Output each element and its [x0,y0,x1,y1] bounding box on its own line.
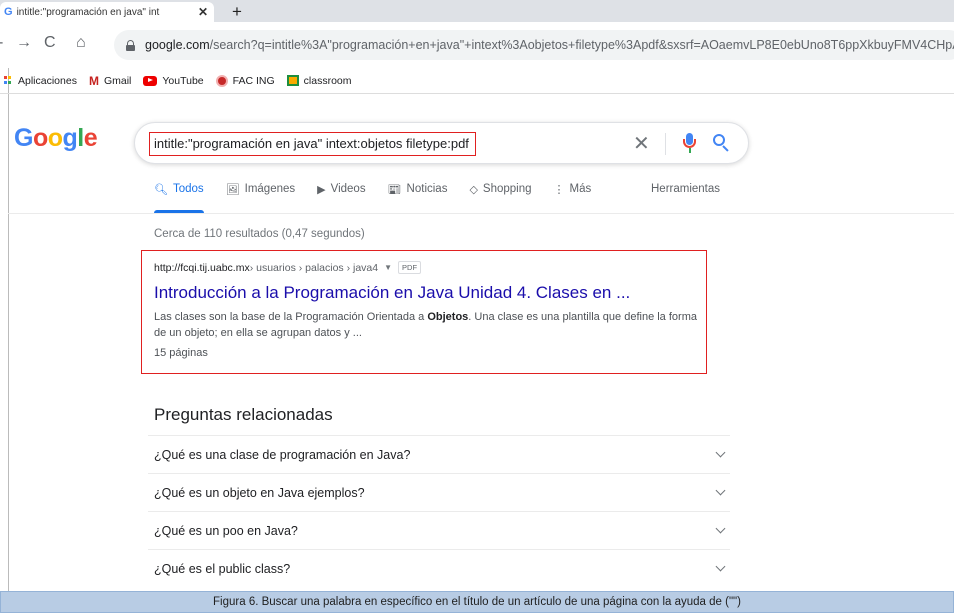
browser-tab[interactable]: G intitle:"programación en java" int ✕ [0,2,214,22]
tab-todos[interactable]: 🔍︎ Todos [154,183,204,213]
bookmark-fac-ing[interactable]: FAC ING [215,74,275,87]
tab-shopping[interactable]: ◇ Shopping [469,183,531,213]
question-text: ¿Qué es un poo en Java? [154,523,298,538]
result-title-link[interactable]: Introducción a la Programación en Java U… [154,283,630,303]
tab-label: Noticias [406,183,448,195]
search-divider [665,133,666,155]
news-icon: 📰︎ [387,184,402,196]
bookmark-label: Aplicaciones [18,74,77,87]
chevron-down-icon [715,561,726,572]
related-question[interactable]: ¿Qué es el public class? [148,549,730,587]
result-pages: 15 páginas [154,347,208,359]
address-row: - → C ⌂ google.com/search?q=intitle%3A"p… [0,22,954,68]
bookmark-label: classroom [303,74,352,87]
google-favicon-icon: G [4,6,13,18]
tab-label: Todos [172,183,204,195]
result-stats: Cerca de 110 resultados (0,47 segundos) [154,228,365,240]
tag-icon: ◇ [469,184,478,196]
tab-strip: G intitle:"programación en java" int ✕ + [0,0,954,22]
bookmark-label: FAC ING [232,74,275,87]
url-host: google.com [145,38,210,52]
bookmark-gmail[interactable]: M Gmail [89,74,131,88]
bookmark-youtube[interactable]: YouTube [143,74,204,87]
fac-ing-icon [215,74,228,87]
new-tab-button[interactable]: + [226,3,248,21]
address-bar[interactable]: google.com/search?q=intitle%3A"programac… [114,30,954,60]
question-text: ¿Qué es un objeto en Java ejemplos? [154,485,365,500]
tab-mas[interactable]: ⋮ Más [554,183,592,213]
tab-label: Imágenes [244,183,296,195]
chevron-down-icon [715,447,726,458]
back-icon[interactable]: - [0,34,3,52]
more-vert-icon: ⋮ [553,184,565,196]
search-icon[interactable] [713,134,731,152]
bookmark-apps[interactable]: Aplicaciones [4,75,77,87]
tab-label: Shopping [482,183,532,195]
related-question[interactable]: ¿Qué es una clase de programación en Jav… [148,435,730,473]
image-icon: 🖼︎ [225,184,240,196]
result-host: http://fcqi.tij.uabc.mx [154,261,250,274]
screenshot-frame: G intitle:"programación en java" int ✕ +… [0,0,954,613]
bookmark-classroom[interactable]: classroom [286,74,352,87]
chevron-down-icon [715,523,726,534]
header-divider [8,213,954,214]
search-box[interactable]: intitle:"programación en java" intext:ob… [134,122,749,164]
reload-icon[interactable]: C [44,34,56,52]
close-tab-icon[interactable]: ✕ [198,5,208,19]
tab-label: Videos [330,183,366,195]
result-cite[interactable]: http://fcqi.tij.uabc.mx › usuarios › pal… [154,261,422,274]
apps-grid-icon [4,75,12,86]
related-questions-title: Preguntas relacionadas [154,405,333,424]
tab-title: intitle:"programación en java" int [16,6,160,18]
tab-videos[interactable]: ▶ Videos [317,183,365,213]
bookmark-label: Gmail [103,74,132,87]
clear-search-icon[interactable]: ✕ [633,131,650,156]
related-questions: ¿Qué es una clase de programación en Jav… [148,435,730,587]
video-icon: ▶ [317,184,326,196]
related-question[interactable]: ¿Qué es un objeto en Java ejemplos? [148,473,730,511]
result-snippet: Las clases son la base de la Programació… [154,309,699,341]
gmail-icon: M [88,73,99,88]
youtube-icon [143,75,158,86]
lock-icon [126,39,135,51]
question-text: ¿Qué es el public class? [154,561,291,576]
related-question[interactable]: ¿Qué es un poo en Java? [148,511,730,549]
microphone-icon[interactable] [683,133,697,155]
result-path: › usuarios › palacios › java4 [249,261,379,274]
search-query[interactable]: intitle:"programación en java" intext:ob… [149,132,476,156]
search-result: http://fcqi.tij.uabc.mx › usuarios › pal… [141,250,707,374]
bookmarks-bar: Aplicaciones M Gmail YouTube FAC ING cla… [0,68,954,94]
caret-down-icon[interactable]: ▼ [384,263,392,272]
question-text: ¿Qué es una clase de programación en Jav… [154,447,411,462]
pdf-badge: PDF [398,261,422,274]
snippet-text: Las clases son la base de la Programació… [154,311,428,323]
search-icon: 🔍︎ [154,184,168,196]
tab-imagenes[interactable]: 🖼︎ Imágenes [226,183,295,213]
forward-icon[interactable]: → [16,34,32,52]
google-logo[interactable]: Google [14,124,98,153]
url-path: /search?q=intitle%3A"programación+en+jav… [209,38,954,52]
classroom-icon [286,75,299,86]
window-left-edge [8,32,9,592]
chevron-down-icon [715,485,726,496]
bookmark-label: YouTube [162,74,204,87]
figure-caption: Figura 6. Buscar una palabra en específi… [0,591,954,613]
tab-label: Más [569,183,592,195]
tab-noticias[interactable]: 📰︎ Noticias [388,183,448,213]
tools-button[interactable]: Herramientas [651,183,720,195]
home-icon[interactable]: ⌂ [76,34,86,52]
search-tabs: 🔍︎ Todos 🖼︎ Imágenes ▶ Videos 📰︎ Noticias ◇ S… [154,183,613,213]
snippet-highlight: Objetos [427,311,469,323]
